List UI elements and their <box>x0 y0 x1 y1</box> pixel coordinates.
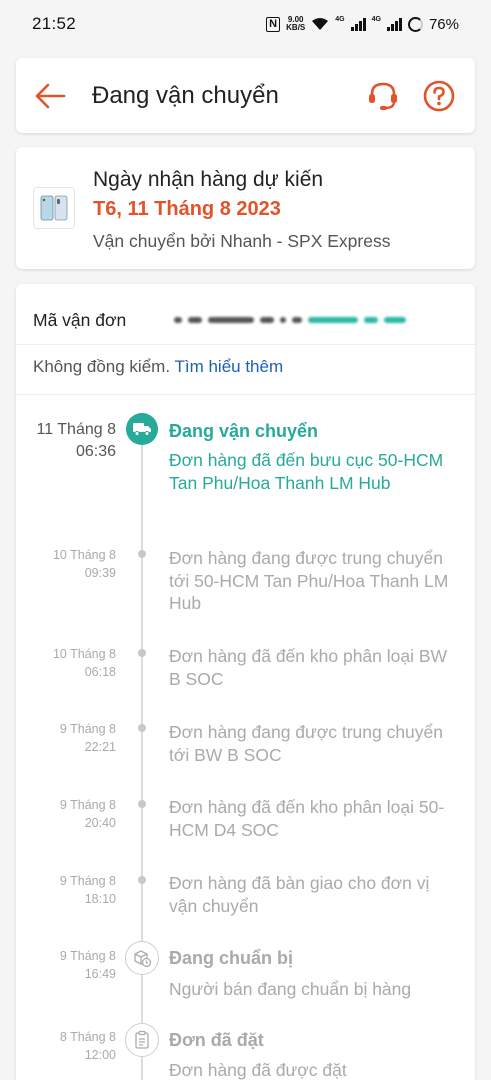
event-timestamp: 10 Tháng 8 06:18 <box>16 645 116 681</box>
waybill-number-redacted <box>174 312 464 328</box>
event-description: Đơn hàng đã đến kho phân loại BW B SOC <box>169 646 448 689</box>
event-description: Đơn hàng đã đến bưu cục 50-HCM Tan Phu/H… <box>169 450 444 493</box>
event-timestamp: 8 Tháng 8 12:00 <box>16 1028 116 1064</box>
learn-more-link[interactable]: Tìm hiểu thêm <box>174 357 283 376</box>
timeline-dot <box>138 724 146 732</box>
app-header: Đang vận chuyển <box>16 58 475 133</box>
delivery-label: Ngày nhận hàng dự kiến <box>93 168 324 191</box>
timeline-dot <box>138 550 146 558</box>
event-timestamp: 11 Tháng 8 06:36 <box>16 419 116 463</box>
event-title: Đang chuẩn bị <box>169 948 294 968</box>
page-title: Đang vận chuyển <box>92 81 279 109</box>
event-time: 18:10 <box>84 892 116 906</box>
carrier-text: Vận chuyển bởi Nhanh - SPX Express <box>93 231 391 251</box>
headset-icon <box>369 82 397 110</box>
tracking-card: Mã vận đơn Không đồng kiểm. Tìm hiểu thê… <box>16 284 475 1080</box>
divider <box>16 394 475 395</box>
event-date: 8 Tháng 8 <box>59 1030 116 1044</box>
truck-icon <box>126 413 158 445</box>
nfc-icon: N <box>266 16 281 32</box>
event-description: Đơn hàng đã bàn giao cho đơn vị vận chuy… <box>169 873 430 916</box>
event-description: Đơn hàng đang được trung chuyển tới 50-H… <box>169 548 449 613</box>
event-description: Đơn hàng đã được đặt <box>169 1060 347 1080</box>
event-date: 9 Tháng 8 <box>59 949 116 963</box>
cocheck-text: Không đồng kiểm. <box>33 357 171 376</box>
timeline-line <box>141 430 143 1080</box>
delivery-date: T6, 11 Tháng 8 2023 <box>93 198 281 220</box>
signal-icon-sim1 <box>350 17 366 31</box>
timeline-dot <box>138 876 146 884</box>
phone-product-image <box>40 195 68 221</box>
event-date: 10 Tháng 8 <box>52 548 116 562</box>
cocheck-notice: Không đồng kiểm. Tìm hiểu thêm <box>33 357 283 377</box>
sim2-network-type: 4G <box>371 15 381 23</box>
timeline-dot <box>138 649 146 657</box>
sim1-network-type: 4G <box>335 15 345 23</box>
event-date: 9 Tháng 8 <box>59 798 116 812</box>
help-button[interactable] <box>421 78 457 114</box>
delivery-estimate-card[interactable]: Ngày nhận hàng dự kiến T6, 11 Tháng 8 20… <box>16 147 475 269</box>
event-date: 10 Tháng 8 <box>52 647 116 661</box>
status-bar: 21:52 N 9.00 KB/S 4G 4G 76% <box>0 0 491 52</box>
box-clock-icon <box>125 941 159 975</box>
wifi-icon <box>312 18 329 30</box>
event-description: Đơn hàng đang được trung chuyển tới BW B… <box>169 722 444 765</box>
event-timestamp: 9 Tháng 8 22:21 <box>16 720 116 756</box>
event-time: 12:00 <box>84 1048 116 1062</box>
clipboard-icon <box>125 1023 159 1057</box>
timeline-dot <box>138 800 146 808</box>
arrow-left-icon <box>35 83 66 108</box>
event-description: Đơn hàng đã đến kho phân loại 50-HCM D4 … <box>169 797 445 840</box>
event-time: 20:40 <box>84 816 116 830</box>
question-circle-icon <box>423 80 455 111</box>
event-time: 09:39 <box>84 566 116 580</box>
network-speed: 9.00 KB/S <box>286 16 305 32</box>
product-thumbnail <box>33 187 75 229</box>
event-timestamp: 9 Tháng 8 16:49 <box>16 947 116 983</box>
event-timestamp: 10 Tháng 8 09:39 <box>16 546 116 582</box>
waybill-label: Mã vận đơn <box>33 310 127 330</box>
event-time: 22:21 <box>84 740 116 754</box>
event-date: 9 Tháng 8 <box>59 874 116 888</box>
battery-icon <box>407 16 423 32</box>
support-button[interactable] <box>365 78 401 114</box>
signal-icon-sim2 <box>386 17 402 31</box>
event-time: 16:49 <box>84 967 116 981</box>
event-date: 11 Tháng 8 <box>36 421 116 438</box>
network-speed-unit: KB/S <box>286 23 306 32</box>
back-button[interactable] <box>34 80 66 112</box>
event-time: 06:18 <box>84 665 116 679</box>
event-timestamp: 9 Tháng 8 18:10 <box>16 872 116 908</box>
event-time: 06:36 <box>75 443 116 460</box>
event-timestamp: 9 Tháng 8 20:40 <box>16 796 116 832</box>
status-icons: N 9.00 KB/S 4G 4G 76% <box>266 16 459 33</box>
event-title: Đơn đã đặt <box>169 1030 264 1050</box>
status-time: 21:52 <box>32 14 77 33</box>
event-title: Đang vận chuyển <box>169 421 319 441</box>
event-description: Người bán đang chuẩn bị hàng <box>169 979 412 999</box>
divider <box>16 344 475 345</box>
battery-percent: 76% <box>428 15 459 33</box>
event-date: 9 Tháng 8 <box>59 722 116 736</box>
